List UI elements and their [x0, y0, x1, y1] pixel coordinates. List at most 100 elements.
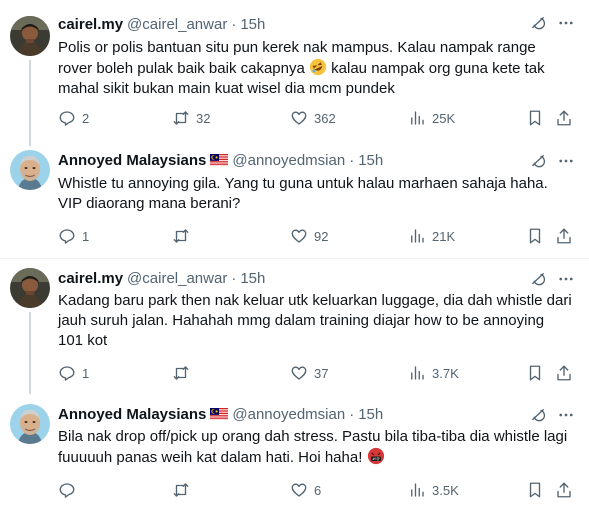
thread-line: [29, 312, 31, 394]
more-options-icon[interactable]: [557, 406, 575, 424]
display-name[interactable]: Annoyed Malaysians: [58, 406, 206, 423]
repost-button[interactable]: [172, 226, 196, 246]
more-options-icon[interactable]: [557, 152, 575, 170]
heart-icon: [291, 111, 307, 125]
display-name[interactable]: Annoyed Malaysians: [58, 152, 206, 169]
tweet-4[interactable]: Annoyed Malaysians @annoyedmsian · 15h B…: [0, 394, 589, 513]
reply-icon: [59, 483, 75, 498]
share-button[interactable]: [555, 480, 573, 500]
share-icon: [557, 365, 571, 381]
share-icon: [557, 482, 571, 498]
tweet-header: Annoyed Malaysians @annoyedmsian · 15h: [58, 404, 383, 424]
grok-icon[interactable]: [529, 406, 547, 424]
separator-dot: ·: [231, 15, 237, 33]
views-button[interactable]: 3.7K: [408, 363, 459, 383]
tweet-text-part: Bila nak drop off/pick up orang dah stre…: [58, 428, 568, 466]
views-icon: [411, 366, 424, 380]
repost-button[interactable]: [172, 363, 196, 383]
tweet-1[interactable]: cairel.my @cairel_anwar · 15h Polis or p…: [0, 0, 589, 146]
repost-icon: [173, 229, 189, 243]
action-bar: 6 3.5K: [58, 480, 578, 500]
timestamp[interactable]: 15h: [240, 270, 265, 287]
grok-icon[interactable]: [529, 270, 547, 288]
like-count: 92: [314, 228, 329, 244]
repost-icon: [173, 111, 189, 125]
bookmark-button[interactable]: [526, 108, 544, 128]
malaysia-flag-icon: [210, 154, 229, 166]
user-handle[interactable]: @annoyedmsian: [232, 406, 345, 423]
tweet-text: Whistle tu annoying gila. Yang tu guna u…: [58, 175, 548, 212]
user-handle[interactable]: @annoyedmsian: [232, 152, 345, 169]
display-name[interactable]: cairel.my: [58, 16, 123, 33]
bookmark-icon: [529, 228, 541, 244]
tweet-text: Polis or polis bantuan situ pun kerek na…: [58, 38, 573, 99]
bookmark-button[interactable]: [526, 363, 544, 383]
reply-button[interactable]: [58, 480, 82, 500]
like-count: 362: [314, 110, 336, 126]
views-count: 3.5K: [432, 482, 459, 498]
share-button[interactable]: [555, 363, 573, 383]
reply-button[interactable]: 1: [58, 363, 89, 383]
avatar[interactable]: [10, 268, 50, 308]
views-button[interactable]: 25K: [408, 108, 455, 128]
grok-icon[interactable]: [529, 14, 547, 32]
avatar[interactable]: [10, 16, 50, 56]
like-button[interactable]: 37: [290, 363, 328, 383]
like-button[interactable]: 6: [290, 480, 321, 500]
views-button[interactable]: 21K: [408, 226, 455, 246]
share-button[interactable]: [555, 108, 573, 128]
tweet-3[interactable]: cairel.my @cairel_anwar · 15h Kadang bar…: [0, 258, 589, 394]
bookmark-button[interactable]: [526, 480, 544, 500]
views-button[interactable]: 3.5K: [408, 480, 459, 500]
reply-icon: [59, 229, 75, 244]
views-icon: [411, 111, 424, 125]
reply-button[interactable]: 1: [58, 226, 89, 246]
rolling-laughing-emoji: [309, 58, 327, 76]
share-button[interactable]: [555, 226, 573, 246]
user-handle[interactable]: @cairel_anwar: [127, 16, 227, 33]
like-button[interactable]: 92: [290, 226, 328, 246]
like-count: 6: [314, 482, 322, 498]
reply-icon: [59, 366, 75, 381]
more-options-icon[interactable]: [557, 14, 575, 32]
svg-text:#!@: #!@: [372, 457, 379, 461]
avatar[interactable]: [10, 150, 50, 190]
user-handle[interactable]: @cairel_anwar: [127, 270, 227, 287]
repost-button[interactable]: 32: [172, 108, 210, 128]
action-bar: 1 92 21K: [58, 226, 578, 246]
heart-icon: [291, 366, 307, 380]
display-name[interactable]: cairel.my: [58, 270, 123, 287]
reply-count: 1: [82, 228, 90, 244]
like-button[interactable]: 362: [290, 108, 336, 128]
timestamp[interactable]: 15h: [240, 16, 265, 33]
tweet-text: Bila nak drop off/pick up orang dah stre…: [58, 427, 573, 468]
share-icon: [557, 110, 571, 126]
bookmark-icon: [529, 482, 541, 498]
avatar[interactable]: [10, 404, 50, 444]
views-icon: [411, 229, 424, 243]
bookmark-icon: [529, 110, 541, 126]
share-icon: [557, 228, 571, 244]
action-bar: 2 32 362 25K: [58, 108, 578, 128]
more-options-icon[interactable]: [557, 270, 575, 288]
repost-icon: [173, 483, 189, 497]
thread-line: [29, 60, 31, 146]
views-count: 21K: [432, 228, 456, 244]
grok-icon[interactable]: [529, 152, 547, 170]
repost-button[interactable]: [172, 480, 196, 500]
action-bar: 1 37 3.7K: [58, 363, 578, 383]
bookmark-button[interactable]: [526, 226, 544, 246]
tweet-2[interactable]: Annoyed Malaysians @annoyedmsian · 15h W…: [0, 146, 589, 266]
timestamp[interactable]: 15h: [358, 406, 383, 423]
heart-icon: [291, 229, 307, 243]
reply-button[interactable]: 2: [58, 108, 89, 128]
bookmark-icon: [529, 365, 541, 381]
tweet-header: cairel.my @cairel_anwar · 15h: [58, 14, 265, 34]
like-count: 37: [314, 365, 329, 381]
views-count: 25K: [432, 110, 456, 126]
repost-icon: [173, 366, 189, 380]
reply-count: 2: [82, 110, 90, 126]
reply-icon: [59, 111, 75, 126]
tweet-text: Kadang baru park then nak keluar utk kel…: [58, 292, 572, 349]
timestamp[interactable]: 15h: [358, 152, 383, 169]
